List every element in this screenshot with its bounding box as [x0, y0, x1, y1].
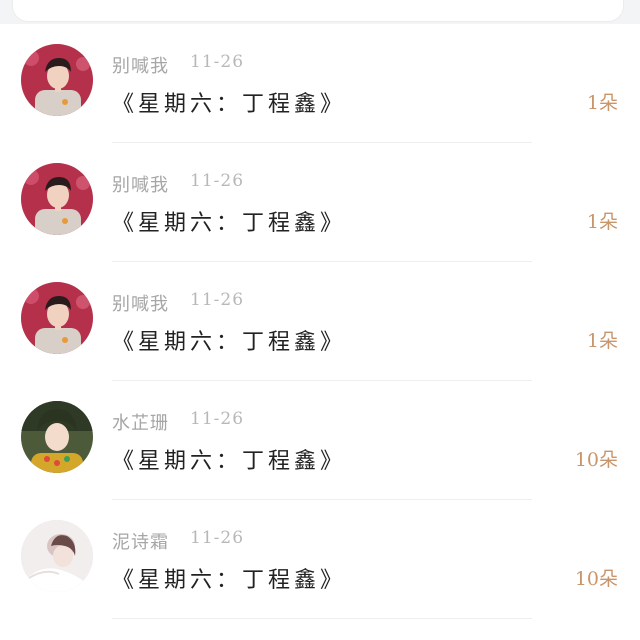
comment-item[interactable]: 水芷珊 11-26 《星期六：丁程鑫》 10朵	[0, 381, 640, 500]
comment-item[interactable]: 别喊我 11-26 《星期六：丁程鑫》 1朵	[0, 262, 640, 381]
search-icon	[31, 0, 45, 3]
comment-item[interactable]: 别喊我 11-26 《星期六：丁程鑫》 1朵	[0, 24, 640, 143]
comment-text: 《星期六：丁程鑫》	[112, 568, 347, 593]
divider	[112, 618, 532, 619]
timestamp: 11-26	[190, 409, 245, 429]
gift-count: 10朵	[574, 449, 618, 471]
gift-count: 1朵	[586, 211, 618, 233]
timestamp: 11-26	[190, 528, 245, 548]
username[interactable]: 泥诗霜	[112, 528, 169, 554]
comment-text: 《星期六：丁程鑫》	[112, 92, 347, 117]
gift-count: 1朵	[586, 330, 618, 352]
comment-item[interactable]: 泥诗霜 11-26 《星期六：丁程鑫》 10朵	[0, 500, 640, 619]
username[interactable]: 别喊我	[112, 290, 169, 316]
avatar[interactable]	[21, 520, 93, 592]
comment-item[interactable]: 别喊我 11-26 《星期六：丁程鑫》 1朵	[0, 143, 640, 262]
comment-text: 《星期六：丁程鑫》	[112, 211, 347, 236]
username[interactable]: 别喊我	[112, 171, 169, 197]
timestamp: 11-26	[190, 52, 245, 72]
comment-text: 《星期六：丁程鑫》	[112, 330, 347, 355]
top-bar	[0, 0, 640, 24]
comment-list: 别喊我 11-26 《星期六：丁程鑫》 1朵 别喊我 11-26 《星期六：丁程…	[0, 24, 640, 619]
avatar[interactable]	[21, 163, 93, 235]
username[interactable]: 别喊我	[112, 52, 169, 78]
search-bar[interactable]	[12, 0, 624, 22]
timestamp: 11-26	[190, 171, 245, 191]
timestamp: 11-26	[190, 290, 245, 310]
avatar[interactable]	[21, 401, 93, 473]
gift-count: 1朵	[586, 92, 618, 114]
username[interactable]: 水芷珊	[112, 409, 169, 435]
avatar[interactable]	[21, 282, 93, 354]
gift-count: 10朵	[574, 568, 618, 590]
avatar[interactable]	[21, 44, 93, 116]
comment-text: 《星期六：丁程鑫》	[112, 449, 347, 474]
